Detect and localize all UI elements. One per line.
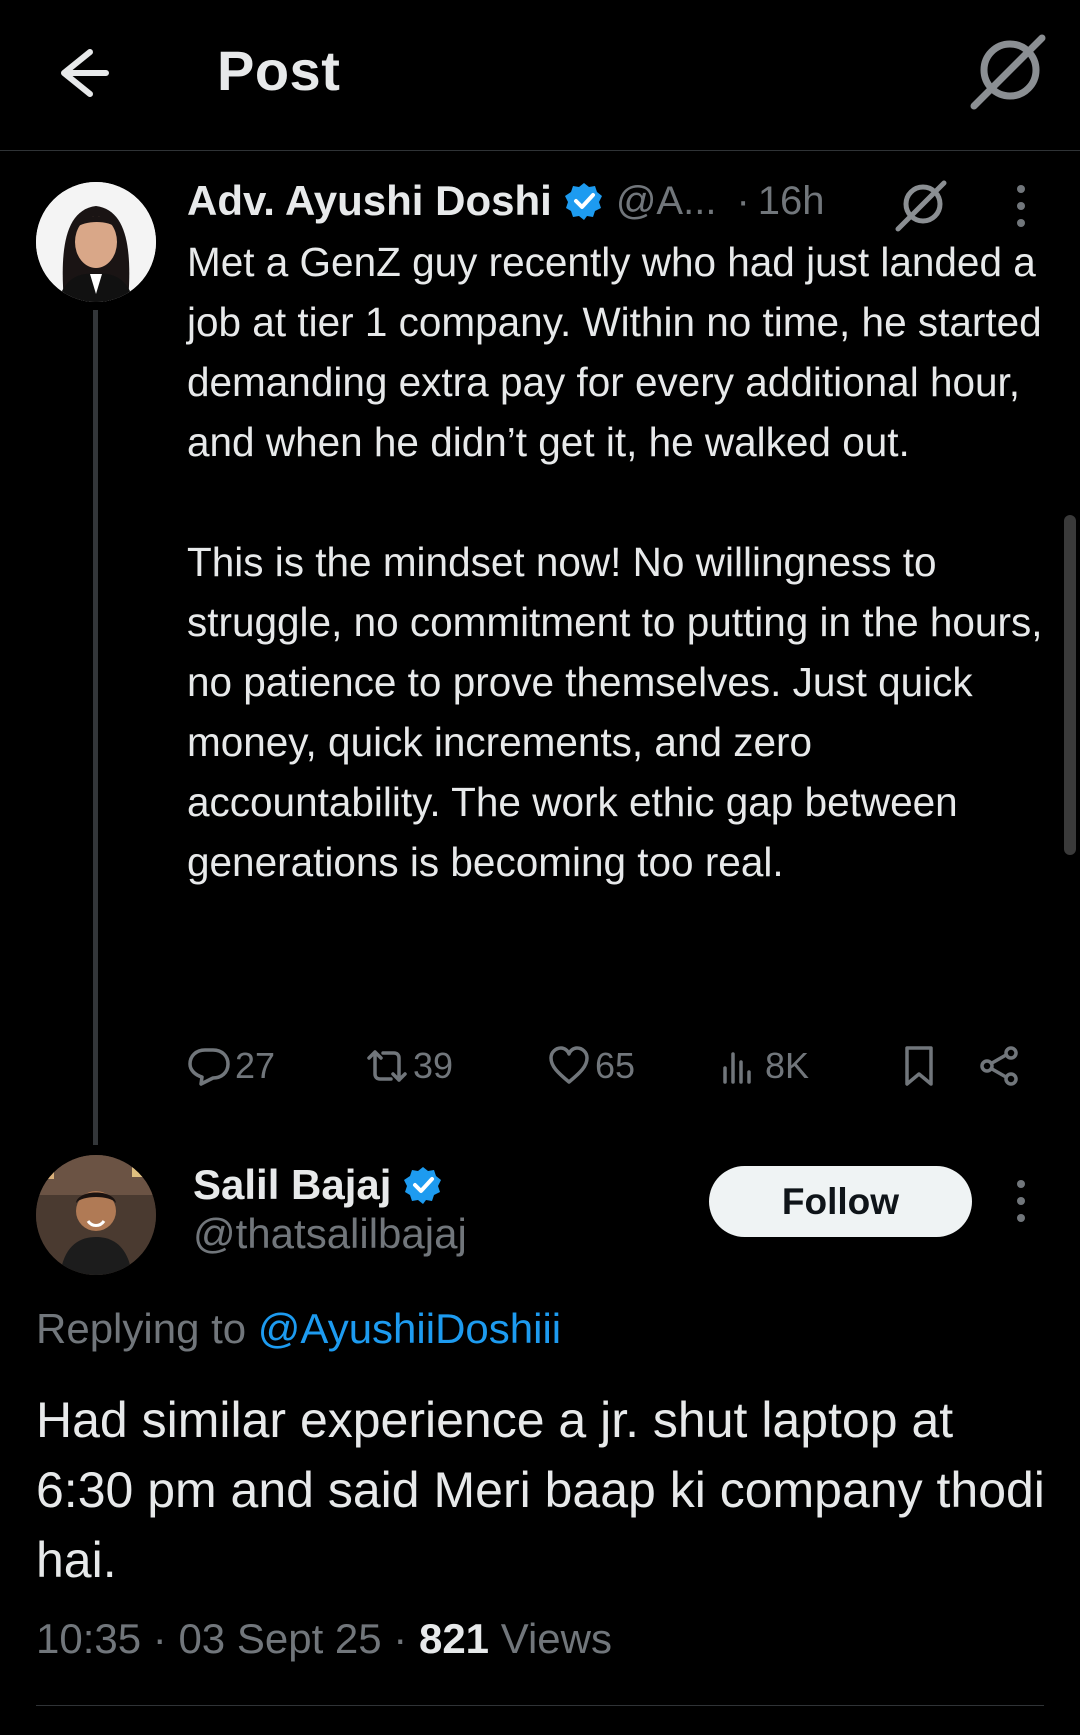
views-button[interactable]: 8K [717,1036,809,1096]
reply-meta: 10:35 · 03 Sept 25 · 821 Views [36,1615,612,1663]
thread-connector-line [93,310,98,1145]
more-vertical-icon [1017,1180,1025,1222]
reply-count: 27 [235,1045,276,1086]
reply-button[interactable]: 27 [187,1036,275,1096]
reply-bubble-icon [188,1048,230,1086]
bookmark-icon [905,1046,933,1086]
meta-separator: · [152,1615,167,1662]
top-app-bar: Post [0,0,1080,151]
scrollbar[interactable] [1064,515,1076,855]
separator-dot: · [736,178,750,223]
reply-author-row: Salil Bajaj [193,1155,455,1215]
follow-button[interactable]: Follow [709,1166,972,1237]
avatar-photo [36,182,156,302]
like-button[interactable]: 65 [547,1036,635,1096]
grok-icon [970,34,1046,110]
bookmark-button[interactable] [897,1036,941,1096]
repost-count: 39 [413,1045,454,1086]
more-options-button[interactable] [1011,1178,1031,1224]
share-icon [980,1046,1018,1086]
meta-separator: · [393,1615,408,1662]
reply-views-count[interactable]: 821 [419,1615,489,1662]
reply-views-label[interactable]: Views [501,1615,612,1662]
page-title: Post [217,39,341,102]
verified-badge-icon [404,1167,442,1204]
post-screen: Post Adv. Ayushi Doshi @A... · 16h Met a… [0,0,1080,1735]
back-button[interactable] [52,40,118,106]
author-handle[interactable]: @A... [616,179,717,224]
share-button[interactable] [977,1036,1021,1096]
tweet-body: Met a GenZ guy recently who had just lan… [187,239,1043,885]
more-options-button[interactable] [1011,183,1031,229]
reply-author-handle[interactable]: @thatsalilbajaj [193,1210,467,1258]
heart-icon [549,1046,589,1084]
grok-icon [895,180,947,232]
repost-icon [367,1050,407,1082]
author-name[interactable]: Adv. Ayushi Doshi [187,177,552,225]
like-count: 65 [595,1045,636,1086]
divider [36,1705,1044,1706]
more-vertical-icon [1017,185,1025,227]
reply-date: 03 Sept 25 [178,1615,382,1662]
analytics-icon [723,1052,751,1084]
avatar[interactable] [36,182,156,302]
avatar[interactable] [36,1155,156,1275]
tweet-actions: 27 39 65 8K [187,1036,1047,1096]
views-count: 8K [765,1045,810,1086]
replying-to-label: Replying to [36,1305,247,1352]
avatar-photo [36,1155,156,1275]
replying-to-line: Replying to @AyushiiDoshiii [36,1305,561,1353]
grok-button-small[interactable] [895,180,947,232]
reply-time: 10:35 [36,1615,142,1662]
tweet-time[interactable]: 16h [758,179,825,224]
arrow-left-icon [61,49,109,97]
repost-button[interactable]: 39 [365,1036,453,1096]
reply-author-name[interactable]: Salil Bajaj [193,1161,391,1209]
reply-body: Had similar experience a jr. shut laptop… [36,1392,1045,1588]
grok-button[interactable] [970,34,1046,110]
replying-to-mention[interactable]: @AyushiiDoshiii [258,1305,561,1352]
verified-badge-icon [564,183,602,220]
